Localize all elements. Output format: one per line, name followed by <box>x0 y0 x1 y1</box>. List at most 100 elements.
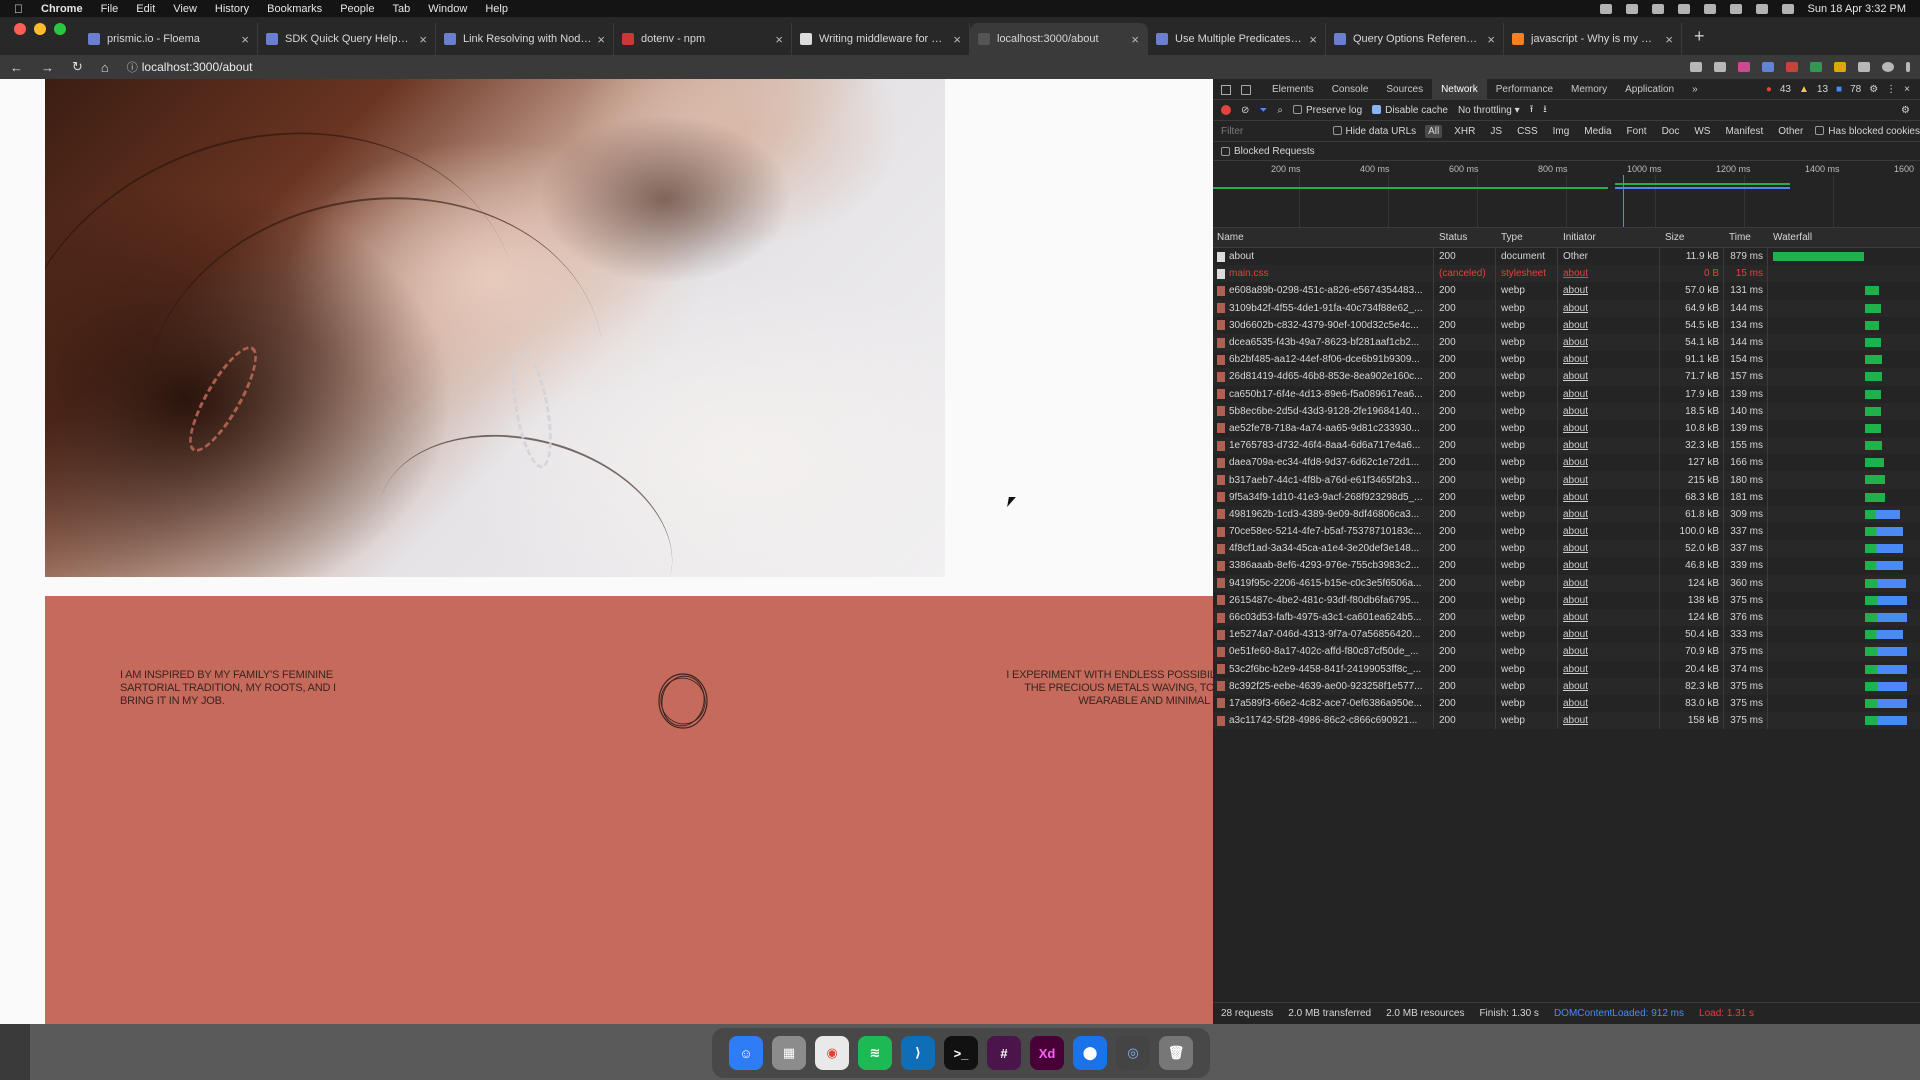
battery-icon[interactable] <box>1703 3 1716 14</box>
table-row[interactable]: 9419f95c-2206-4615-b15e-c0c3e5f6506a... 2… <box>1213 574 1920 592</box>
filter-manifest[interactable]: Manifest <box>1722 125 1766 138</box>
more-tabs-icon[interactable]: » <box>1683 79 1707 100</box>
search-icon[interactable] <box>1755 3 1768 14</box>
table-row[interactable]: 4981962b-1cd3-4389-9e09-8df46806ca3... 20… <box>1213 505 1920 523</box>
clear-icon[interactable]: ⊘ <box>1241 105 1249 116</box>
menu-history[interactable]: History <box>215 3 249 15</box>
request-initiator[interactable]: about <box>1559 609 1659 626</box>
table-row[interactable]: b317aeb7-44c1-4f8b-a76d-e61f3465f2b3... 2… <box>1213 471 1920 489</box>
col-time-header[interactable]: Time <box>1725 228 1767 247</box>
col-waterfall-header[interactable]: Waterfall <box>1769 228 1909 247</box>
close-icon[interactable]: × <box>1487 32 1495 47</box>
tab-link-resolving[interactable]: Link Resolving with Node.js - P... × <box>436 23 614 55</box>
request-initiator[interactable]: about <box>1559 557 1659 574</box>
extension-icon[interactable] <box>1834 62 1846 72</box>
request-initiator[interactable]: about <box>1559 386 1659 403</box>
apple-menu-icon[interactable]:  <box>14 2 23 16</box>
menu-people[interactable]: People <box>340 3 374 15</box>
col-name-header[interactable]: Name <box>1213 228 1433 247</box>
table-row[interactable]: ca650b17-6f4e-4d13-89e6-f5a089617ea6... 2… <box>1213 386 1920 403</box>
filter-input[interactable]: Filter <box>1221 126 1324 137</box>
table-row[interactable]: 3109b42f-4f55-4de1-91fa-40c734f88e62_...… <box>1213 299 1920 317</box>
menu-bookmarks[interactable]: Bookmarks <box>267 3 322 15</box>
puzzle-icon[interactable] <box>1858 62 1870 72</box>
table-row[interactable]: 4f8cf1ad-3a34-45ca-a1e4-3e20def3e148... 2… <box>1213 540 1920 558</box>
table-row[interactable]: 3386aaab-8ef6-4293-976e-755cb3983c2... 20… <box>1213 557 1920 574</box>
close-icon[interactable]: × <box>241 32 249 47</box>
table-row[interactable]: 17a589f3-66e2-4c82-ace7-0ef6386a950e... 2… <box>1213 695 1920 712</box>
network-overview-timeline[interactable]: 200 ms 400 ms 600 ms 800 ms 1000 ms 1200 ms 14… <box>1213 161 1920 228</box>
table-row[interactable]: 0e51fe60-8a17-402c-affd-f80c87cf50de_...… <box>1213 643 1920 661</box>
chrome-icon[interactable]: ◉ <box>815 1036 849 1070</box>
col-initiator-header[interactable]: Initiator <box>1559 228 1659 247</box>
tab-memory[interactable]: Memory <box>1562 79 1616 100</box>
request-initiator[interactable]: about <box>1559 626 1659 643</box>
extension-icon[interactable] <box>1762 62 1774 72</box>
request-initiator[interactable]: about <box>1559 265 1659 282</box>
filter-other[interactable]: Other <box>1775 125 1806 138</box>
avatar[interactable] <box>1882 62 1894 72</box>
tab-elements[interactable]: Elements <box>1263 79 1323 100</box>
col-size-header[interactable]: Size <box>1661 228 1723 247</box>
device-toolbar-icon[interactable] <box>1241 85 1251 95</box>
info-icon[interactable]: ⓘ <box>127 59 138 75</box>
upload-icon[interactable]: ⭱ <box>1530 102 1534 119</box>
close-window-button[interactable] <box>14 23 26 35</box>
tab-console[interactable]: Console <box>1323 79 1378 100</box>
request-initiator[interactable]: about <box>1559 420 1659 437</box>
filter-xhr[interactable]: XHR <box>1451 125 1478 138</box>
menu-file[interactable]: File <box>101 3 119 15</box>
tab-predicates[interactable]: Use Multiple Predicates in Java... × <box>1148 23 1326 55</box>
table-row[interactable]: daea709a-ec34-4fd8-9d37-6d62c1e72d1... 20… <box>1213 454 1920 471</box>
network-settings-gear-icon[interactable]: ⚙ <box>1901 105 1910 116</box>
table-row[interactable]: 6b2bf485-aa12-44ef-8f06-dce6b91b9309... 2… <box>1213 351 1920 368</box>
hide-data-urls-checkbox[interactable]: Hide data URLs <box>1332 125 1416 137</box>
filter-ws[interactable]: WS <box>1691 125 1713 138</box>
filter-img[interactable]: Img <box>1550 125 1573 138</box>
volume-icon[interactable] <box>1729 3 1742 14</box>
extension-icon[interactable] <box>1786 62 1798 72</box>
inspect-element-icon[interactable] <box>1221 85 1231 95</box>
kebab-menu-icon[interactable]: ⋮ <box>1886 84 1896 95</box>
download-icon[interactable]: ⭳ <box>1543 102 1547 119</box>
table-row[interactable]: 5b8ec6be-2d5d-43d3-9128-2fe19684140... 20… <box>1213 402 1920 420</box>
request-initiator[interactable]: about <box>1559 300 1659 317</box>
request-initiator[interactable]: about <box>1559 334 1659 351</box>
table-row[interactable]: 70ce58ec-5214-4fe7-b5af-75378710183c... 2… <box>1213 523 1920 540</box>
launchpad-icon[interactable]: ▦ <box>772 1036 806 1070</box>
table-row[interactable]: 2615487c-4be2-481c-93df-f80db6fa6795... 2… <box>1213 592 1920 609</box>
adobe-xd-icon[interactable]: Xd <box>1030 1036 1064 1070</box>
search-icon[interactable]: ⌕ <box>1277 105 1283 116</box>
table-row[interactable]: 1e5274a7-046d-4313-9f7a-07a56856420... 20… <box>1213 626 1920 643</box>
spotify-icon[interactable]: ≋ <box>858 1036 892 1070</box>
menu-tab[interactable]: Tab <box>392 3 410 15</box>
request-initiator[interactable]: about <box>1559 678 1659 695</box>
table-row[interactable]: 53c2f6bc-b2e9-4458-841f-24199053ff8c_...… <box>1213 661 1920 678</box>
table-row[interactable]: 8c392f25-eebe-4639-ae00-923258f1e577... 2… <box>1213 677 1920 695</box>
close-icon[interactable]: × <box>419 32 427 47</box>
issue-counters[interactable]: ● 43 ▲ 13 ■ 78 ⚙ ⋮ × <box>1766 84 1920 95</box>
terminal-icon[interactable]: >_ <box>944 1036 978 1070</box>
request-initiator[interactable]: about <box>1559 575 1659 592</box>
request-initiator[interactable]: about <box>1559 437 1659 454</box>
status-icon[interactable] <box>1599 3 1612 14</box>
menu-app-name[interactable]: Chrome <box>41 3 83 15</box>
tab-prismic[interactable]: prismic.io - Floema × <box>80 23 258 55</box>
disable-cache-checkbox[interactable]: Disable cache <box>1372 104 1448 116</box>
wifi-icon[interactable] <box>1677 3 1690 14</box>
filter-media[interactable]: Media <box>1581 125 1614 138</box>
menu-help[interactable]: Help <box>485 3 508 15</box>
tab-application[interactable]: Application <box>1616 79 1683 100</box>
star-icon[interactable] <box>1714 62 1726 72</box>
request-initiator[interactable]: about <box>1559 489 1659 506</box>
menu-edit[interactable]: Edit <box>136 3 155 15</box>
minimize-window-button[interactable] <box>34 23 46 35</box>
record-button[interactable] <box>1221 105 1231 115</box>
maps-pin-icon[interactable]: ⬤ <box>1073 1036 1107 1070</box>
filter-js[interactable]: JS <box>1487 125 1505 138</box>
home-icon[interactable]: ⌂ <box>101 60 109 75</box>
blocked-requests-checkbox[interactable]: Blocked Requests <box>1213 142 1920 161</box>
tab-stackoverflow[interactable]: javascript - Why is my middlew... × <box>1504 23 1682 55</box>
request-initiator[interactable]: about <box>1559 454 1659 471</box>
tab-query-options[interactable]: Query Options Reference in Ja... × <box>1326 23 1504 55</box>
